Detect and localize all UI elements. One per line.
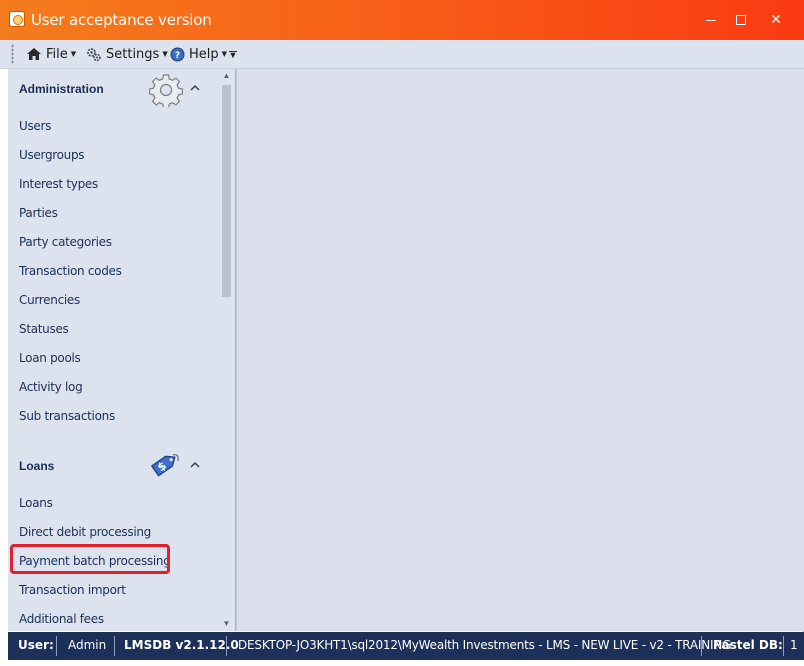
sidebar-scrollbar[interactable]: ▲ ▼ — [218, 69, 235, 631]
settings-gears-icon — [87, 47, 101, 61]
sidebar-item-currencies[interactable]: Currencies — [19, 293, 80, 307]
app-logo-icon — [9, 11, 25, 27]
sidebar-item-interest-types[interactable]: Interest types — [19, 177, 98, 191]
status-separator — [114, 636, 115, 656]
minimize-button[interactable] — [696, 8, 726, 32]
menu-help-label: Help — [189, 46, 219, 62]
status-user-value: Admin — [68, 638, 107, 652]
help-icon: ? — [170, 47, 185, 61]
toolbar-grip[interactable] — [11, 44, 14, 64]
title-bar[interactable]: User acceptance version ✕ — [0, 0, 804, 40]
section-header-loans[interactable]: Loans — [19, 459, 54, 473]
status-separator — [226, 636, 227, 656]
toolbar-overflow-button[interactable]: ▼ — [228, 48, 238, 62]
scrollbar-thumb[interactable] — [222, 85, 231, 297]
status-connection: DESKTOP-JO3KHT1\sql2012\MyWealth Investm… — [238, 638, 732, 652]
window-title: User acceptance version — [31, 11, 212, 29]
dropdown-caret-icon: ▼ — [70, 50, 77, 58]
menu-settings[interactable]: Settings ▼ — [86, 45, 168, 63]
main-content-area — [236, 69, 804, 631]
sidebar-item-transaction-import[interactable]: Transaction import — [19, 583, 126, 597]
status-separator — [783, 636, 784, 656]
svg-text:?: ? — [175, 51, 180, 61]
window-frame-left — [0, 40, 8, 666]
collapse-chevron-up-icon[interactable] — [190, 460, 200, 470]
sidebar-item-loans[interactable]: Loans — [19, 496, 53, 510]
sidebar-item-usergroups[interactable]: Usergroups — [19, 148, 85, 162]
sidebar-item-additional-fees[interactable]: Additional fees — [19, 612, 104, 626]
status-pastel-label: Pastel DB: — [713, 638, 783, 652]
status-version: LMSDB v2.1.12.0 — [124, 638, 239, 652]
status-bar: User: Admin LMSDB v2.1.12.0 DESKTOP-JO3K… — [8, 632, 804, 660]
sidebar-item-direct-debit-processing[interactable]: Direct debit processing — [19, 525, 151, 539]
window-frame-bottom — [0, 660, 804, 666]
collapse-chevron-up-icon[interactable] — [190, 83, 200, 93]
close-button[interactable]: ✕ — [761, 8, 791, 32]
price-tag-icon: $ — [150, 454, 179, 477]
status-separator — [701, 636, 702, 656]
menu-file[interactable]: File ▼ — [26, 45, 76, 63]
sidebar-item-parties[interactable]: Parties — [19, 206, 58, 220]
sidebar-item-transaction-codes[interactable]: Transaction codes — [19, 264, 122, 278]
sidebar-item-loan-pools[interactable]: Loan pools — [19, 351, 81, 365]
maximize-button[interactable] — [726, 8, 756, 32]
menu-bar: File ▼ Settings ▼ ? Help ▼ ▼ — [0, 40, 804, 69]
home-icon — [27, 48, 41, 60]
gear-icon — [149, 74, 183, 107]
menu-settings-label: Settings — [106, 46, 160, 62]
status-pastel-value: 1 — [790, 638, 798, 652]
dropdown-caret-icon: ▼ — [162, 50, 168, 58]
highlight-annotation — [10, 544, 170, 574]
scroll-up-arrow-icon[interactable]: ▲ — [222, 71, 231, 80]
status-separator — [56, 636, 57, 656]
sidebar-item-activity-log[interactable]: Activity log — [19, 380, 83, 394]
scroll-down-arrow-icon[interactable]: ▼ — [222, 619, 231, 628]
sidebar-item-party-categories[interactable]: Party categories — [19, 235, 112, 249]
sidebar-item-statuses[interactable]: Statuses — [19, 322, 69, 336]
menu-file-label: File — [46, 46, 68, 62]
section-header-administration[interactable]: Administration — [19, 82, 104, 96]
sidebar-item-sub-transactions[interactable]: Sub transactions — [19, 409, 115, 423]
status-user-label: User: — [18, 638, 54, 652]
menu-help[interactable]: ? Help ▼ — [170, 45, 227, 63]
sidebar-item-users[interactable]: Users — [19, 119, 51, 133]
dropdown-caret-icon: ▼ — [221, 50, 228, 58]
